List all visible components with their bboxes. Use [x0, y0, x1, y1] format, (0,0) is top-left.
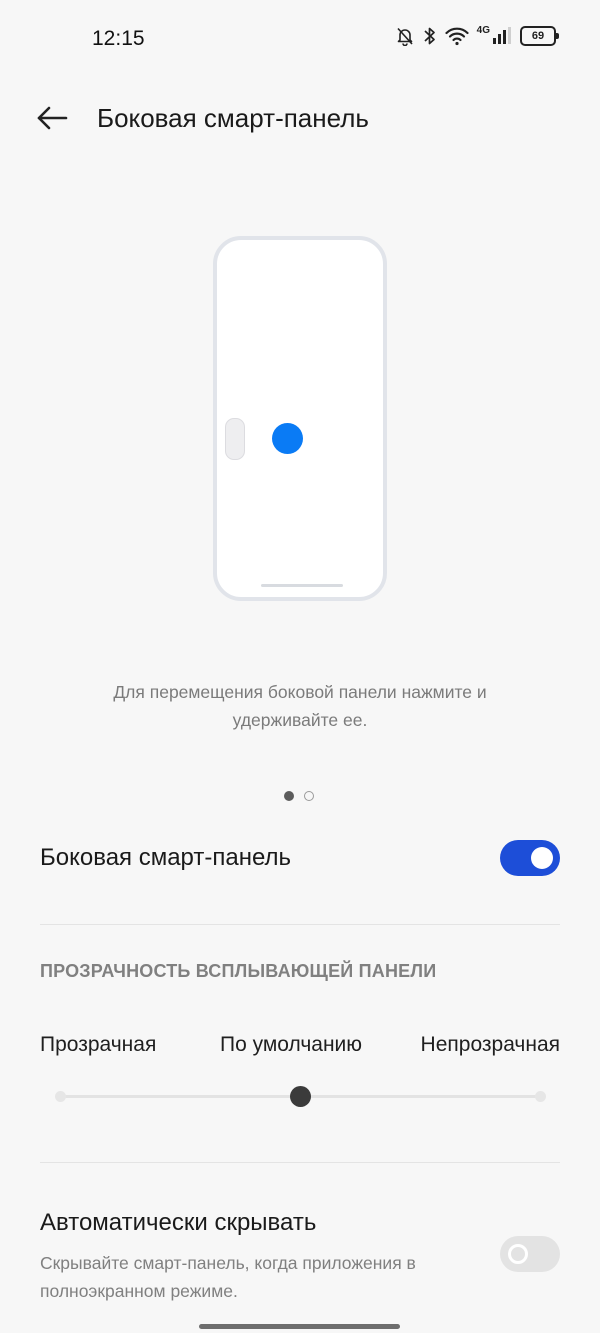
- section-header-transparency: ПРОЗРАЧНОСТЬ ВСПЛЫВАЮЩЕЙ ПАНЕЛИ: [40, 961, 437, 981]
- transparency-slider[interactable]: [54, 1085, 546, 1109]
- smart-panel-toggle[interactable]: [500, 840, 560, 876]
- page-indicator: [284, 791, 314, 801]
- network-type: 4G: [476, 24, 490, 36]
- page-dot: [284, 791, 294, 801]
- page-title: Боковая смарт-панель: [97, 103, 369, 133]
- auto-hide-toggle[interactable]: [500, 1236, 560, 1272]
- slider-stop[interactable]: [534, 1091, 546, 1102]
- option-opaque[interactable]: Непрозрачная: [421, 1033, 560, 1057]
- divider: [40, 1162, 560, 1163]
- page-dot: [304, 791, 314, 801]
- signal-icon: [492, 26, 512, 46]
- toggle-knob: [508, 1244, 528, 1264]
- status-time: 12:15: [92, 27, 145, 50]
- slider-thumb[interactable]: [289, 1086, 311, 1107]
- bluetooth-icon: [423, 26, 437, 46]
- bell-off-icon: [395, 26, 415, 46]
- illustration-caption: Для перемещения боковой панели нажмите и…: [113, 682, 487, 730]
- option-default[interactable]: По умолчанию: [220, 1033, 362, 1057]
- arrow-left-icon: [37, 106, 68, 130]
- home-indicator: [261, 584, 343, 587]
- divider: [40, 924, 560, 925]
- side-panel-handle: [225, 418, 245, 460]
- smart-panel-row[interactable]: Боковая смарт-панель: [40, 832, 560, 886]
- battery-icon: 69: [520, 26, 559, 46]
- status-icons: 4G 69: [395, 24, 559, 46]
- status-bar: 12:15 4G 69: [0, 0, 600, 80]
- floating-dot: [272, 423, 303, 454]
- auto-hide-title: Автоматически скрывать: [40, 1209, 317, 1236]
- wifi-icon: [445, 26, 469, 46]
- gesture-navigation-bar[interactable]: [199, 1324, 400, 1329]
- app-header: Боковая смарт-панель: [0, 88, 600, 148]
- option-transparent[interactable]: Прозрачная: [40, 1033, 156, 1057]
- transparency-options: Прозрачная По умолчанию Непрозрачная: [40, 1033, 560, 1061]
- toggle-knob: [531, 847, 553, 869]
- slider-stop[interactable]: [54, 1091, 66, 1102]
- back-button[interactable]: [30, 100, 74, 136]
- auto-hide-description: Скрывайте смарт-панель, когда приложения…: [40, 1253, 416, 1301]
- auto-hide-row[interactable]: Автоматически скрывать Скрывайте смарт-п…: [40, 1205, 560, 1305]
- phone-illustration: [213, 236, 387, 601]
- smart-panel-label: Боковая смарт-панель: [40, 844, 292, 871]
